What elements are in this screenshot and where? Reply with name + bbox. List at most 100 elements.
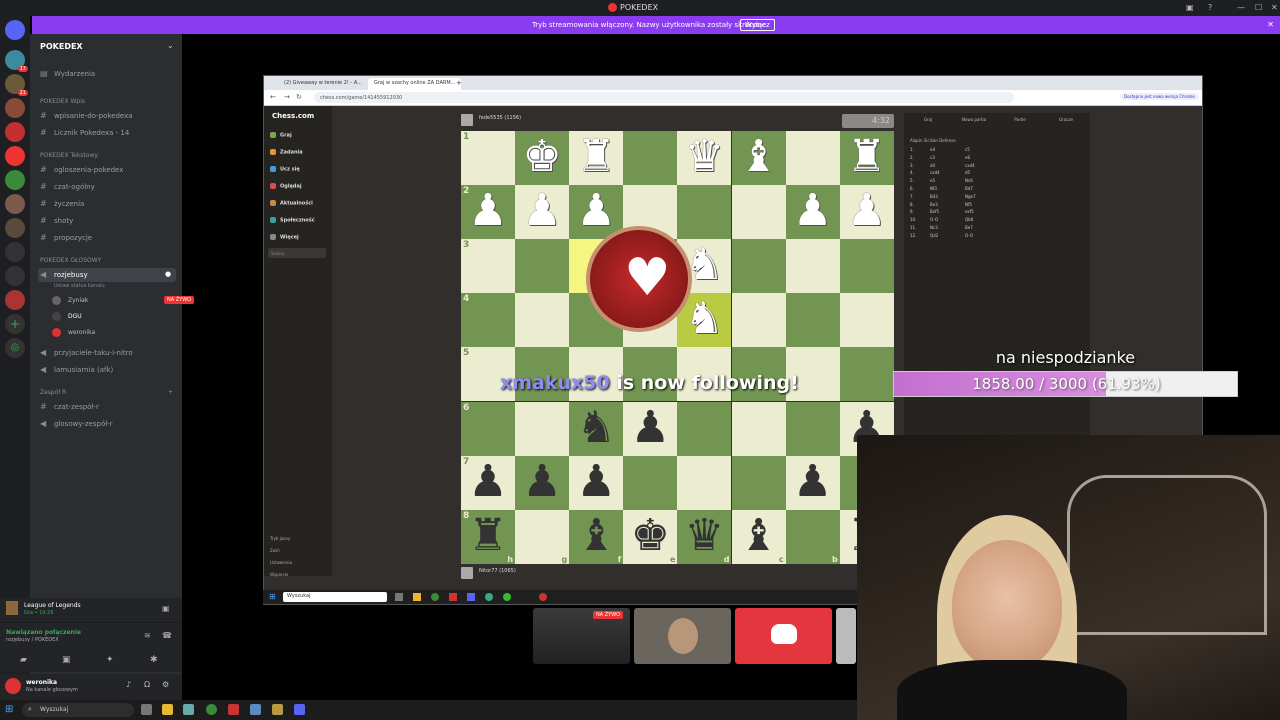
avatar[interactable] bbox=[5, 678, 21, 694]
nav-watch[interactable]: Oglądaj bbox=[270, 183, 302, 190]
nav-social[interactable]: Społeczność bbox=[270, 217, 315, 224]
voice-channel-rozjebusy[interactable]: ◀ rozjebusy ● bbox=[38, 268, 176, 282]
board-square[interactable] bbox=[623, 455, 678, 510]
close-window-icon[interactable]: ✕ bbox=[1271, 3, 1278, 12]
new-tab-icon[interactable]: + bbox=[456, 79, 462, 87]
white-piece[interactable]: ♜ bbox=[840, 131, 894, 185]
app-icon[interactable] bbox=[228, 704, 239, 715]
taskbar-search[interactable]: ⌕ Wyszukaj bbox=[22, 703, 134, 717]
chess-logo[interactable]: Chess.com bbox=[272, 112, 314, 120]
light-mode-toggle[interactable]: Tryb jasny bbox=[270, 536, 290, 541]
board-square[interactable]: ♟ bbox=[785, 185, 840, 240]
board-square[interactable]: ♜ bbox=[839, 131, 894, 186]
nav-learn[interactable]: Ucz się bbox=[270, 166, 300, 173]
board-square[interactable]: 3 bbox=[461, 239, 516, 294]
browser-tab[interactable]: (2) Giveaway w terenie 2! - A... bbox=[278, 78, 368, 90]
chat-icon[interactable]: ● bbox=[165, 270, 171, 278]
move-notation[interactable]: Nc3 bbox=[930, 225, 938, 230]
board-square[interactable] bbox=[731, 185, 786, 240]
board-square[interactable]: ♝ bbox=[731, 131, 786, 186]
black-piece[interactable]: ♝ bbox=[732, 510, 786, 564]
board-square[interactable] bbox=[623, 131, 678, 186]
league-icon[interactable] bbox=[272, 704, 283, 715]
white-piece[interactable]: ♟ bbox=[840, 185, 894, 239]
chess-search-input[interactable]: Szukaj bbox=[268, 248, 326, 258]
file-explorer-icon[interactable] bbox=[162, 704, 173, 715]
board-square[interactable]: c ♝ bbox=[731, 509, 786, 564]
help-icon[interactable]: ? bbox=[1208, 3, 1212, 12]
move-notation[interactable]: Qb6 bbox=[965, 217, 973, 222]
board-square[interactable]: g bbox=[515, 509, 570, 564]
category-header[interactable]: POKEDEX Wpis bbox=[40, 98, 85, 105]
board-square[interactable]: ♟ bbox=[785, 455, 840, 510]
back-icon[interactable]: ← bbox=[270, 93, 276, 101]
chess-board[interactable]: 1♚♜♛♝♜2♟♟♟♟♟3♞4♞56♞♟♟7♟♟♟♟8h♜gf♝e♚d♛c♝b♜ bbox=[461, 131, 894, 564]
channel-item[interactable]: # czat-zespół-r bbox=[38, 400, 176, 414]
server-icon-3[interactable] bbox=[5, 98, 25, 118]
board-square[interactable]: f ♝ bbox=[569, 509, 624, 564]
server-icon-pokedex[interactable] bbox=[5, 146, 25, 166]
black-piece[interactable]: ♟ bbox=[623, 402, 677, 456]
panel-tab-games[interactable]: Partie bbox=[1000, 117, 1040, 122]
move-row[interactable]: 11. Nc3 Be7 bbox=[910, 225, 1080, 232]
board-square[interactable]: ♟ bbox=[839, 185, 894, 240]
add-channel-icon[interactable]: + bbox=[168, 389, 173, 396]
board-square[interactable]: d ♛ bbox=[677, 509, 732, 564]
settings-gear-icon[interactable]: ⚙ bbox=[162, 680, 169, 689]
board-square[interactable]: ♟ bbox=[623, 401, 678, 456]
move-row[interactable]: 1. e4 c5 bbox=[910, 147, 1080, 154]
stream-thumbnail[interactable]: NA ŻYWO bbox=[533, 608, 630, 664]
move-notation[interactable]: e6 bbox=[965, 155, 970, 160]
black-piece[interactable]: ♟ bbox=[461, 456, 515, 510]
url-field[interactable]: chess.com/game/141455912030 bbox=[314, 92, 1014, 103]
move-notation[interactable]: Nge7 bbox=[965, 194, 976, 199]
board-square[interactable] bbox=[731, 401, 786, 456]
white-piece[interactable]: ♜ bbox=[569, 131, 623, 185]
chevron-down-icon[interactable]: ⌄ bbox=[167, 41, 174, 50]
white-piece[interactable]: ♚ bbox=[515, 131, 569, 185]
move-row[interactable]: 12. Qd2 O-O bbox=[910, 233, 1080, 240]
white-piece[interactable]: ♛ bbox=[677, 131, 731, 185]
server-icon-1[interactable]: 17 bbox=[5, 50, 28, 72]
voice-channel-item[interactable]: ◀ lamusiarnia (afk) bbox=[38, 363, 176, 377]
headphones-icon[interactable]: Ω bbox=[144, 680, 150, 689]
category-header[interactable]: Zespół R + bbox=[40, 389, 173, 396]
white-piece[interactable]: ♟ bbox=[786, 185, 840, 239]
channel-item[interactable]: # wpisanie-do-pokedexa bbox=[38, 109, 176, 123]
board-square[interactable] bbox=[785, 239, 840, 294]
server-icon-6[interactable] bbox=[5, 170, 25, 190]
voice-channel-status[interactable]: Ustaw status kanału bbox=[54, 283, 105, 289]
board-square[interactable]: ♟ bbox=[569, 455, 624, 510]
chrome-update-notice[interactable]: Dostępna jest nowa wersja Chrome bbox=[1120, 93, 1199, 100]
move-row[interactable]: 4. cxd4 d5 bbox=[910, 170, 1080, 177]
move-notation[interactable]: c5 bbox=[965, 147, 970, 152]
move-row[interactable]: 10. O-O Qb6 bbox=[910, 217, 1080, 224]
board-square[interactable]: ♜ bbox=[569, 131, 624, 186]
board-square[interactable] bbox=[515, 239, 570, 294]
board-square[interactable]: 4 bbox=[461, 293, 516, 348]
support-link[interactable]: Wsparcie bbox=[270, 572, 288, 577]
camera-icon[interactable]: ▰ bbox=[20, 655, 27, 665]
board-square[interactable]: ♟ bbox=[515, 185, 570, 240]
board-square[interactable] bbox=[677, 401, 732, 456]
server-icon-7[interactable] bbox=[5, 194, 25, 214]
move-notation[interactable]: Nf3 bbox=[930, 186, 937, 191]
voice-channel-item[interactable]: ◀ przyjaciele-taku-i-nitro bbox=[38, 346, 176, 360]
board-square[interactable] bbox=[515, 401, 570, 456]
move-row[interactable]: 6. Nf3 Bd7 bbox=[910, 186, 1080, 193]
voice-channel-item[interactable]: ◀ glosowy-zespół-r bbox=[38, 417, 176, 431]
move-notation[interactable]: Qd2 bbox=[930, 233, 938, 238]
move-notation[interactable]: exf5 bbox=[965, 209, 974, 214]
server-icon-10[interactable] bbox=[5, 266, 25, 286]
move-row[interactable]: 3. d4 cxd4 bbox=[910, 163, 1080, 170]
voice-status[interactable]: Nawiązano połączenie bbox=[6, 629, 81, 636]
close-banner-icon[interactable]: ✕ bbox=[1267, 20, 1274, 29]
disable-streamer-mode-button[interactable]: Wyłącz bbox=[740, 19, 775, 31]
game-settings-icon[interactable]: ▣ bbox=[162, 604, 170, 613]
chrome-icon[interactable] bbox=[206, 704, 217, 715]
move-row[interactable]: 2. c3 e6 bbox=[910, 155, 1080, 162]
board-square[interactable]: ♛ bbox=[677, 131, 732, 186]
move-notation[interactable]: e5 bbox=[930, 178, 935, 183]
player-name[interactable]: Nitor77 (1065) bbox=[479, 568, 516, 574]
nav-news[interactable]: Aktualności bbox=[270, 200, 313, 207]
